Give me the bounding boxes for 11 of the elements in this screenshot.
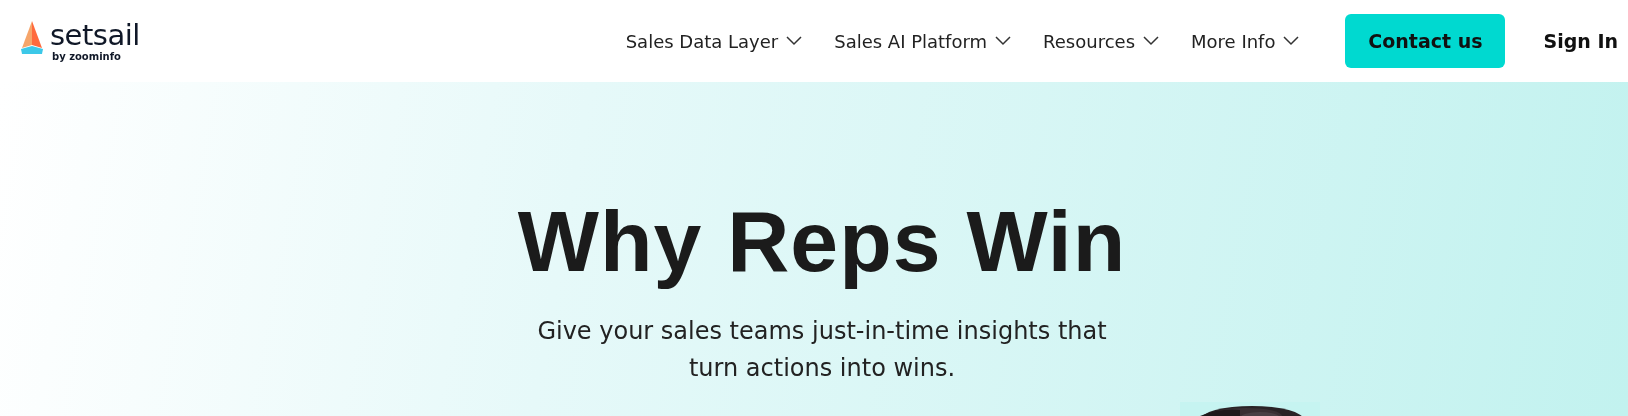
nav-menu-item[interactable]: Sales Data Layer — [625, 30, 803, 52]
nav-menu-item[interactable]: More Info — [1191, 30, 1300, 52]
sign-in-link[interactable]: Sign In — [1543, 30, 1618, 52]
hero-subtitle: Give your sales teams just-in-time insights that turn actions into wins. — [536, 315, 1108, 384]
logo-tagline: by zoominfo — [52, 51, 122, 62]
contact-button[interactable]: Contact us — [1345, 14, 1506, 68]
nav-menu-item[interactable]: Resources — [1043, 30, 1160, 52]
sailboat-logo-icon — [20, 20, 44, 57]
nav-menu-item[interactable]: Sales AI Platform — [834, 30, 1012, 52]
logo-wordmark[interactable]: setsail — [50, 20, 140, 50]
hero-title: Why Reps Win — [517, 194, 1127, 289]
